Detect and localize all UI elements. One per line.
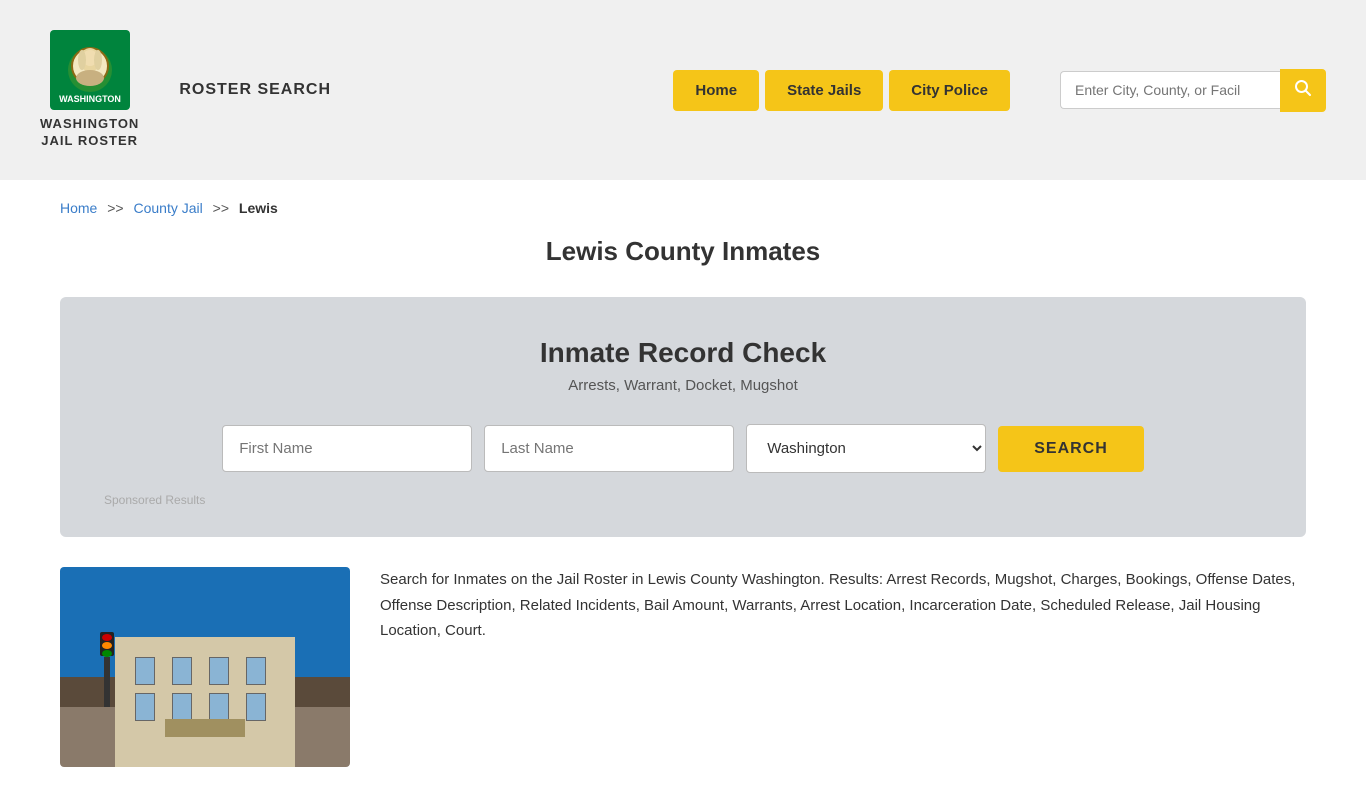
search-icon: [1294, 79, 1312, 97]
record-check-subtitle: Arrests, Warrant, Docket, Mugshot: [100, 377, 1266, 394]
traffic-light-yellow: [102, 642, 112, 649]
window-1: [135, 657, 155, 685]
roster-search-label: ROSTER SEARCH: [179, 81, 331, 99]
breadcrumb: Home >> County Jail >> Lewis: [0, 180, 1366, 236]
home-nav-button[interactable]: Home: [673, 70, 759, 111]
main-content: Lewis County Inmates Inmate Record Check…: [0, 236, 1366, 807]
state-select[interactable]: AlabamaAlaskaArizonaArkansasCaliforniaCo…: [746, 424, 986, 473]
building-windows: [135, 657, 275, 721]
description-text: Search for Inmates on the Jail Roster in…: [380, 567, 1306, 644]
window-2: [172, 657, 192, 685]
window-6: [172, 693, 192, 721]
page-title: Lewis County Inmates: [60, 236, 1306, 267]
record-check-box: Inmate Record Check Arrests, Warrant, Do…: [60, 297, 1306, 537]
logo-text: WASHINGTON JAIL ROSTER: [40, 116, 139, 150]
record-check-form: AlabamaAlaskaArizonaArkansasCaliforniaCo…: [100, 424, 1266, 473]
building-image: [60, 567, 350, 767]
last-name-input[interactable]: [484, 425, 734, 472]
window-4: [246, 657, 266, 685]
record-search-button[interactable]: SEARCH: [998, 426, 1144, 472]
building-facade: [115, 637, 295, 767]
breadcrumb-sep-2: >>: [213, 200, 229, 216]
bottom-section: Search for Inmates on the Jail Roster in…: [60, 567, 1306, 767]
breadcrumb-county-jail-link[interactable]: County Jail: [134, 200, 203, 216]
svg-text:WASHINGTON: WASHINGTON: [59, 94, 121, 104]
first-name-input[interactable]: [222, 425, 472, 472]
main-nav: Home State Jails City Police: [673, 70, 1010, 111]
header-search-bar: [1060, 69, 1326, 112]
city-police-nav-button[interactable]: City Police: [889, 70, 1010, 111]
state-jails-nav-button[interactable]: State Jails: [765, 70, 883, 111]
window-7: [209, 693, 229, 721]
header-search-input[interactable]: [1060, 71, 1280, 109]
sponsored-label: Sponsored Results: [100, 493, 1266, 507]
traffic-light-green: [102, 650, 112, 657]
window-5: [135, 693, 155, 721]
window-3: [209, 657, 229, 685]
traffic-light-red: [102, 634, 112, 641]
building-placeholder: [60, 567, 350, 767]
traffic-light-box: [100, 632, 114, 656]
building-sign: [165, 719, 245, 737]
breadcrumb-sep-1: >>: [107, 200, 123, 216]
header: WASHINGTON WASHINGTON JAIL ROSTER ROSTER…: [0, 0, 1366, 180]
breadcrumb-current: Lewis: [239, 200, 278, 216]
record-check-title: Inmate Record Check: [100, 337, 1266, 369]
logo-link[interactable]: WASHINGTON WASHINGTON JAIL ROSTER: [40, 30, 139, 150]
header-search-button[interactable]: [1280, 69, 1326, 112]
wa-flag-icon: WASHINGTON: [50, 30, 130, 110]
window-8: [246, 693, 266, 721]
breadcrumb-home-link[interactable]: Home: [60, 200, 97, 216]
traffic-light-pole: [104, 657, 110, 707]
